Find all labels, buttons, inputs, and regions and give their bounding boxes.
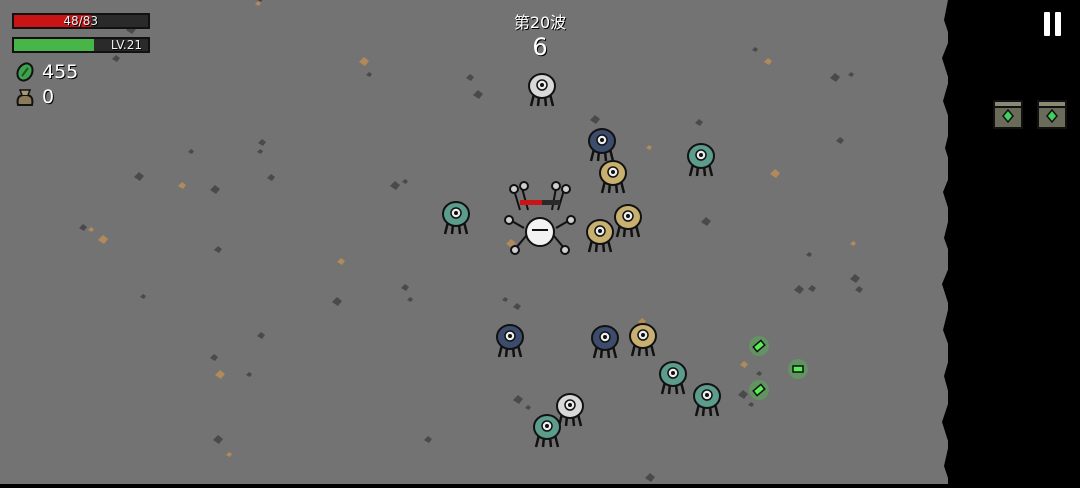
debris-pebble [210,354,218,361]
debris-pebble [424,436,432,443]
debris-pebble [830,73,840,82]
material-pickup [788,359,808,379]
pause-button[interactable] [1038,12,1066,38]
debris-pebble [366,72,372,77]
debris-pebble [215,370,225,379]
debris-pebble [806,252,812,257]
alien-green-enemy [533,414,561,448]
wave-label: 第20波 [513,13,567,32]
debris-pebble [590,115,600,124]
debris-pebble [466,74,474,81]
debris-pebble [134,172,144,181]
alien-dark-enemy [591,325,619,359]
debris-pebble [178,182,186,189]
alien-dark-enemy [588,128,616,162]
debris-pebble [210,185,220,194]
debris-pebble [88,227,94,232]
debris-pebble [836,137,844,144]
consumable-crate-icon[interactable] [992,99,1024,131]
debris-pebble [525,405,531,410]
pause-icon-bar [1055,12,1061,36]
bag-counter: 0 [14,86,54,108]
debris-pebble [246,372,252,377]
material-pickup [749,336,769,356]
debris-pebble [738,390,748,399]
debris-pebble [402,179,408,184]
debris-pebble [79,224,87,231]
material-pickup [749,380,769,400]
debris-pebble [701,217,711,226]
wave-timer: 6 [532,33,548,61]
player-character [504,181,576,255]
alien-tan-enemy [586,219,614,253]
bag-count: 0 [42,86,55,108]
debris-pebble [214,246,222,253]
debris-pebble [257,149,263,154]
debris-pebble [513,395,523,404]
debris-pebble [502,297,508,302]
debris-pebble [855,286,863,293]
debris-pebble [332,297,342,306]
debris-pebble [255,1,261,6]
debris-pebble [645,473,655,482]
debris-pebble [513,303,521,310]
debris-pebble [646,145,652,150]
debris-pebble [808,285,816,292]
debris-pebble [267,174,275,181]
debris-pebble [257,332,265,339]
alien-green-enemy [693,383,721,417]
debris-pebble [98,235,108,244]
debris-pebble [756,371,762,376]
alien-dark-enemy [496,324,524,358]
alien-scout-enemy [528,73,556,107]
debris-pebble [390,181,400,190]
debris-pebble [337,258,345,265]
material-icon [16,62,34,82]
debris-pebble [226,452,232,457]
debris-pebble [140,294,146,299]
arena-floor [0,0,948,484]
debris-pebble [213,435,223,444]
debris-pebble [794,285,804,294]
debris-pebble [473,90,483,99]
debris-pebble [258,139,266,146]
debris-pebble [401,284,409,291]
alien-tan-enemy [614,204,642,238]
ground-debris [79,0,863,482]
alien-tan-enemy [599,160,627,194]
debris-pebble [407,297,413,302]
pause-icon [1044,12,1050,36]
alien-green-enemy [442,201,470,235]
materials-count: 455 [42,61,79,83]
alien-green-enemy [687,143,715,177]
materials-counter: 455 [14,61,78,83]
debris-pebble [850,241,856,246]
alien-green-enemy [659,361,687,395]
debris-pebble [695,119,703,126]
consumable-crate-icon[interactable] [1036,99,1068,131]
arena-boundary [942,0,970,484]
bag-icon [16,89,34,106]
debris-pebble [748,402,754,407]
debris-pebble [740,361,748,368]
debris-pebble [848,72,854,77]
debris-pebble [850,274,860,283]
debris-pebble [770,169,780,178]
alien-tan-enemy [629,323,657,357]
debris-pebble [188,149,194,154]
